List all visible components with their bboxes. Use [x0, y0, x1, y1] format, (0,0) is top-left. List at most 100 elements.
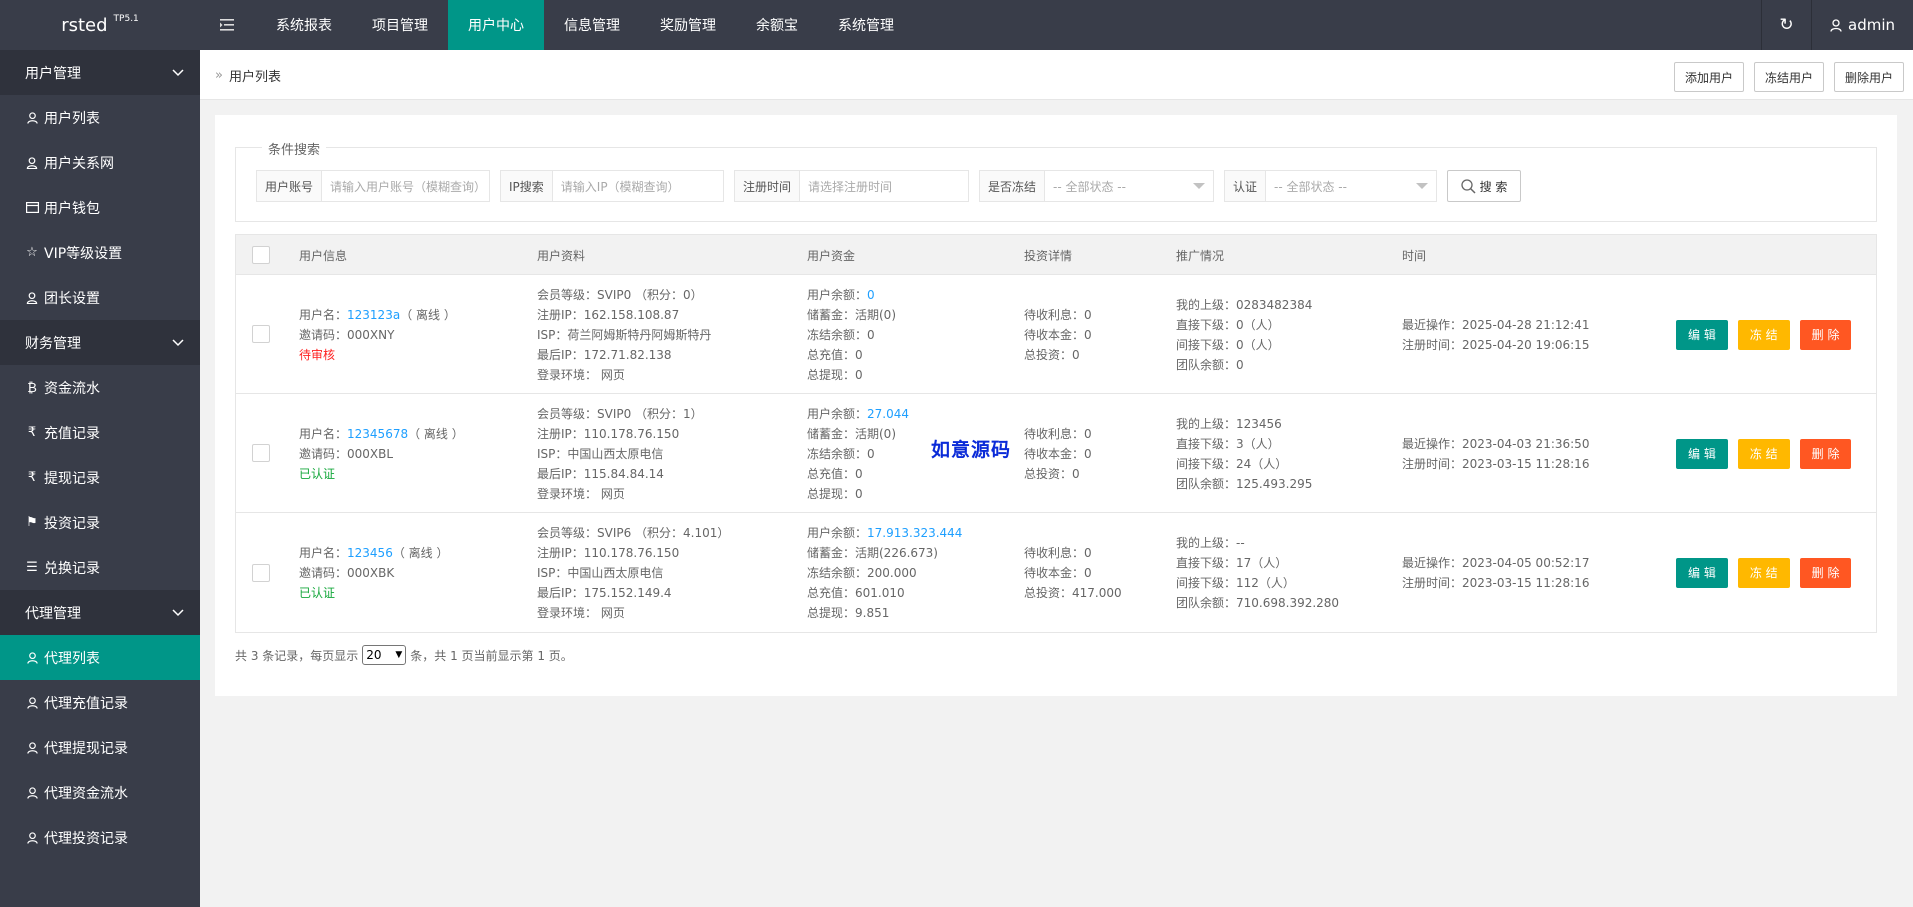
invest-line: 总投资：0 [1024, 466, 1080, 481]
online-status: （ 离线 ） [400, 307, 456, 322]
balance-value[interactable]: 27.044 [867, 407, 909, 421]
auth-select[interactable]: -- 全部状态 -- [1266, 171, 1436, 201]
star-icon: ☆ [26, 245, 38, 260]
sidebar-item-2-2[interactable]: 代理提现记录 [0, 725, 200, 770]
wallet-icon [25, 202, 39, 213]
row-checkbox[interactable] [252, 444, 270, 462]
sidebar-item-0-0[interactable]: 用户列表 [0, 95, 200, 140]
profile-line: 会员等级：SVIP6 （积分：4.101） [537, 525, 730, 540]
sidebar-item-1-3[interactable]: ⚑ 投资记录 [0, 500, 200, 545]
nav-item-0[interactable]: 系统报表 [256, 0, 352, 50]
reg-time-label: 注册时间 [735, 171, 801, 201]
freeze-button[interactable]: 冻 结 [1737, 557, 1790, 588]
delete-button[interactable]: 删 除 [1799, 557, 1852, 588]
balance-value[interactable]: 17.913.323.444 [867, 526, 962, 540]
sidebar-item-0-1[interactable]: 用户关系网 [0, 140, 200, 185]
profile-line: 会员等级：SVIP0 （积分：1） [537, 406, 703, 421]
freeze-user-button[interactable]: 冻结用户 [1753, 62, 1824, 92]
profile-line: ISP：中国山西太原电信 [537, 565, 664, 580]
sidebar-item-2-1[interactable]: 代理充值记录 [0, 680, 200, 725]
user-icon [25, 786, 39, 799]
search-button[interactable]: 搜 索 [1447, 170, 1521, 202]
delete-button[interactable]: 删 除 [1799, 319, 1852, 350]
users-icon [25, 291, 39, 304]
edit-button[interactable]: 编 辑 [1676, 438, 1728, 469]
nav-item-2[interactable]: 用户中心 [448, 0, 544, 50]
sidebar-item-label: 代理列表 [44, 650, 100, 667]
username-line: 用户名：123456（ 离线 ） [299, 543, 448, 563]
time-line: 注册时间：2023-03-15 11:28:16 [1402, 575, 1590, 590]
row-checkbox[interactable] [252, 563, 270, 582]
breadcrumb-separator: » [215, 67, 223, 83]
select-all-checkbox[interactable] [252, 245, 270, 264]
account-search-input[interactable]: 请输入用户账号（模糊查询） [322, 171, 494, 201]
sidebar-item-0-2[interactable]: 用户钱包 [0, 185, 200, 230]
chevron-down-icon: ▼ [395, 650, 403, 660]
balance-value[interactable]: 0 [867, 288, 875, 302]
profile-line: 注册IP：110.178.76.150 [537, 426, 680, 441]
frozen-select[interactable]: -- 全部状态 -- [1045, 171, 1213, 201]
sidebar-group-0[interactable]: 用户管理 [0, 50, 200, 95]
search-panel: 条件搜索 用户账号 请输入用户账号（模糊查询） IP搜索 请输入IP（模糊查询）… [235, 139, 1877, 222]
edit-button[interactable]: 编 辑 [1676, 557, 1728, 588]
reg-time-input[interactable]: 请选择注册时间 [800, 171, 900, 201]
user-profile-cell: 会员等级：SVIP6 （积分：4.101） 注册IP：110.178.76.150… [537, 513, 729, 632]
promo-line: 我的上级：0283482384 [1176, 297, 1313, 312]
add-user-button[interactable]: 添加用户 [1673, 62, 1744, 92]
user-menu[interactable]: admin [1811, 0, 1913, 50]
edit-button[interactable]: 编 辑 [1676, 319, 1728, 350]
sidebar-item-2-0[interactable]: 代理列表 [0, 635, 200, 680]
page-size-select[interactable]: 20 ▼ [362, 645, 407, 665]
username-line: 用户名：12345678（ 离线 ） [299, 424, 464, 444]
row-actions: 编 辑冻 结删 除 [1676, 275, 1852, 394]
time-cell: 最近操作：2023-04-03 21:36:50 注册时间：2023-03-15 … [1402, 394, 1589, 513]
username-link[interactable]: 123123a [347, 308, 400, 322]
watermark-text: 如意源码 [931, 439, 1012, 461]
refresh-icon[interactable]: ↻ [1761, 0, 1811, 50]
ip-search-input[interactable]: 请输入IP（模糊查询） [553, 171, 688, 201]
sidebar-group-2[interactable]: 代理管理 [0, 590, 200, 635]
sidebar-item-1-0[interactable]: ₿ 资金流水 [0, 365, 200, 410]
row-actions: 编 辑冻 结删 除 [1676, 394, 1852, 513]
sidebar-item-2-3[interactable]: 代理资金流水 [0, 770, 200, 815]
nav-item-3[interactable]: 信息管理 [544, 0, 640, 50]
nav-item-5[interactable]: 余额宝 [736, 0, 818, 50]
sidebar-item-0-4[interactable]: 团长设置 [0, 275, 200, 320]
sidebar-item-label: 充值记录 [44, 425, 100, 442]
row-select [252, 394, 270, 512]
search-legend: 条件搜索 [262, 139, 327, 158]
freeze-button[interactable]: 冻 结 [1737, 319, 1790, 350]
sidebar-item-2-4[interactable]: 代理投资记录 [0, 815, 200, 860]
col-invest: 投资详情 [1024, 248, 1073, 263]
user-funds-cell: 用户余额：0 储蓄金：活期(0) 冻结余额：0 总充值：0 总提现：0 [807, 275, 896, 394]
time-line: 最近操作：2023-04-03 21:36:50 [1402, 436, 1590, 451]
delete-user-button[interactable]: 删除用户 [1833, 62, 1904, 92]
sidebar-item-0-3[interactable]: ☆ VIP等级设置 [0, 230, 200, 275]
nav-item-6[interactable]: 系统管理 [818, 0, 914, 50]
balance-label: 用户余额： [807, 406, 868, 421]
balance-line: 用户余额：27.044 [807, 404, 909, 424]
chevron-down-icon [172, 335, 184, 351]
promo-cell: 我的上级：-- 直接下级：17（人） 间接下级：112（人） 团队余额：710.698… [1176, 513, 1339, 632]
sidebar-item-1-1[interactable]: ₹ 充值记录 [0, 410, 200, 455]
app-logo[interactable]: rsted TP5.1 [0, 0, 200, 50]
username-link[interactable]: 123456 [347, 546, 393, 560]
invest-cell: 待收利息：0 待收本金：0 总投资：0 [1024, 275, 1092, 394]
nav-item-4[interactable]: 奖励管理 [640, 0, 736, 50]
funds-line: 冻结余额：0 [807, 327, 875, 342]
user-name: admin [1848, 16, 1895, 34]
username-link[interactable]: 12345678 [347, 427, 408, 441]
user-info-cell: 用户名：12345678（ 离线 ） 邀请码：000XBL 已认证 [299, 394, 464, 513]
sidebar-item-1-2[interactable]: ₹ 提现记录 [0, 455, 200, 500]
sidebar-item-label: 投资记录 [44, 515, 100, 532]
menu-toggle-icon[interactable] [200, 0, 256, 50]
funds-line: 总提现：0 [807, 367, 863, 382]
promo-line: 间接下级：0（人） [1176, 337, 1280, 352]
nav-item-1[interactable]: 项目管理 [352, 0, 448, 50]
freeze-button[interactable]: 冻 结 [1737, 438, 1790, 469]
sidebar-group-1[interactable]: 财务管理 [0, 320, 200, 365]
delete-button[interactable]: 删 除 [1799, 438, 1852, 469]
row-checkbox[interactable] [252, 325, 270, 343]
promo-line: 我的上级：123456 [1176, 416, 1282, 431]
sidebar-item-1-4[interactable]: ☰ 兑换记录 [0, 545, 200, 590]
